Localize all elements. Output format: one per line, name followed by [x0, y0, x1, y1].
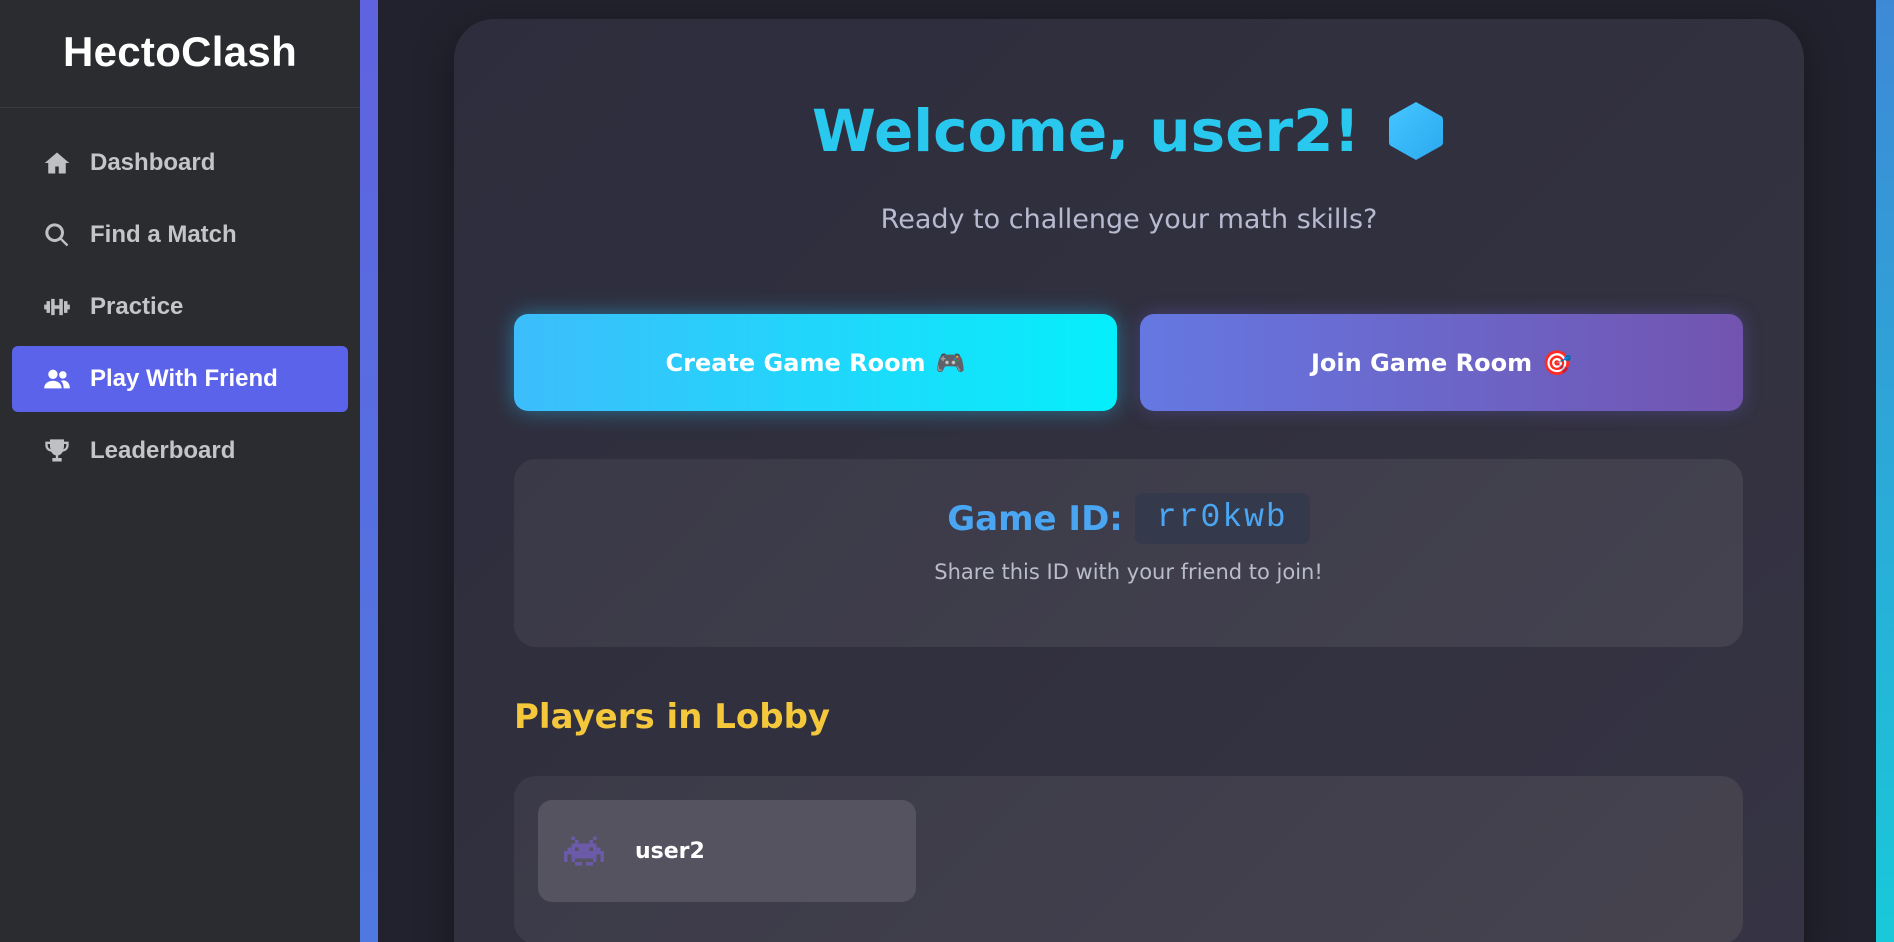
sidebar-item-label: Dashboard [90, 149, 216, 176]
create-game-room-label: Create Game Room [665, 348, 926, 377]
app-root: HectoClash Dashboard Find a Match Practi… [0, 0, 1894, 942]
sidebar-item-leaderboard[interactable]: Leaderboard [12, 418, 348, 484]
right-accent-strip [1876, 0, 1894, 942]
sidebar-item-dashboard[interactable]: Dashboard [12, 130, 348, 196]
welcome-heading: Welcome, user2! [454, 97, 1804, 165]
join-game-room-button[interactable]: Join Game Room 🎯 [1140, 314, 1743, 411]
sidebar-nav: Dashboard Find a Match Practice Play Wit… [12, 130, 348, 490]
sidebar-item-practice[interactable]: Practice [12, 274, 348, 340]
users-icon [42, 364, 72, 394]
dumbbell-icon [42, 292, 72, 322]
home-icon [42, 148, 72, 178]
search-icon [42, 220, 72, 250]
hexagon-icon [1386, 99, 1446, 163]
sidebar: HectoClash Dashboard Find a Match Practi… [0, 0, 360, 942]
target-icon: 🎯 [1542, 348, 1572, 377]
sidebar-item-label: Play With Friend [90, 365, 278, 392]
left-accent-strip [360, 0, 378, 942]
game-id-code[interactable]: rr0kwb [1134, 493, 1310, 544]
subtitle: Ready to challenge your math skills? [880, 204, 1378, 235]
create-game-room-button[interactable]: Create Game Room 🎮 [514, 314, 1117, 411]
game-id-row: Game ID: rr0kwb [514, 493, 1743, 544]
sidebar-item-play-with-friend[interactable]: Play With Friend [12, 346, 348, 412]
lobby-players-panel: user2 [514, 776, 1743, 942]
brand-header: HectoClash [0, 0, 360, 108]
sidebar-item-label: Practice [90, 293, 184, 320]
play-with-friend-card: Welcome, user2! Ready to challenge your … [454, 19, 1804, 942]
sidebar-item-label: Leaderboard [90, 437, 236, 464]
player-name: user2 [635, 838, 705, 864]
join-game-room-label: Join Game Room [1311, 348, 1533, 377]
player-card: user2 [538, 800, 916, 902]
main-content: Welcome, user2! Ready to challenge your … [378, 0, 1876, 942]
trophy-icon [42, 436, 72, 466]
game-id-hint: Share this ID with your friend to join! [934, 560, 1323, 584]
sidebar-item-find-a-match[interactable]: Find a Match [12, 202, 348, 268]
alien-monster-icon [564, 833, 604, 869]
lobby-title: Players in Lobby [514, 697, 831, 737]
sidebar-item-label: Find a Match [90, 221, 237, 248]
game-id-panel: Game ID: rr0kwb Share this ID with your … [514, 459, 1743, 647]
game-controller-icon: 🎮 [935, 348, 966, 377]
welcome-text: Welcome, user2! [812, 97, 1360, 165]
game-id-label: Game ID: [947, 498, 1123, 539]
brand-logo-text[interactable]: HectoClash [63, 28, 297, 76]
